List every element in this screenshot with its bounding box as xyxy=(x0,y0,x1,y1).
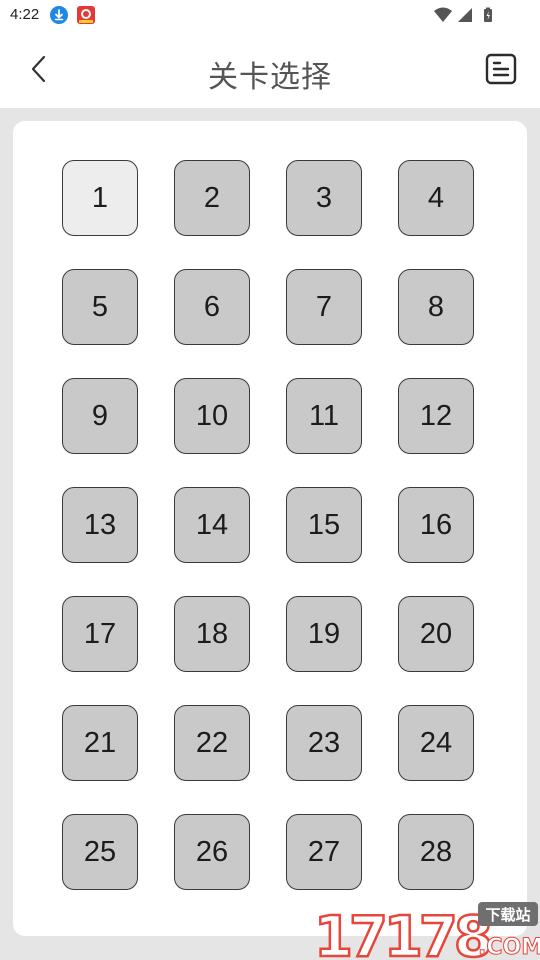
level-button-7[interactable]: 7 xyxy=(286,269,362,345)
level-button-10[interactable]: 10 xyxy=(174,378,250,454)
wifi-icon xyxy=(434,7,452,22)
level-button-17[interactable]: 17 xyxy=(62,596,138,672)
level-grid: 1 2 3 4 5 6 7 8 9 10 11 12 13 14 15 16 17 18 19 20 21 22 23 24 2… xyxy=(62,160,474,890)
battery-icon xyxy=(484,7,492,22)
level-button-2[interactable]: 2 xyxy=(174,160,250,236)
level-button-27[interactable]: 27 xyxy=(286,814,362,890)
document-icon xyxy=(485,53,517,85)
level-button-3[interactable]: 3 xyxy=(286,160,362,236)
status-time: 4:22 xyxy=(10,6,40,23)
level-button-9[interactable]: 9 xyxy=(62,378,138,454)
document-button[interactable] xyxy=(484,52,518,86)
level-button-26[interactable]: 26 xyxy=(174,814,250,890)
level-button-12[interactable]: 12 xyxy=(398,378,474,454)
level-button-15[interactable]: 15 xyxy=(286,487,362,563)
17178-watermark-logo: 17178 下载站 .COM xyxy=(313,902,540,960)
level-button-22[interactable]: 22 xyxy=(174,705,250,781)
level-button-28[interactable]: 28 xyxy=(398,814,474,890)
level-select-card: 1 2 3 4 5 6 7 8 9 10 11 12 13 14 15 16 17 18 19 20 21 22 23 24 2… xyxy=(13,121,527,936)
level-button-18[interactable]: 18 xyxy=(174,596,250,672)
level-button-25[interactable]: 25 xyxy=(62,814,138,890)
watermark-tag: 下载站 xyxy=(485,906,530,924)
level-button-4[interactable]: 4 xyxy=(398,160,474,236)
page-title: 关卡选择 xyxy=(208,61,332,94)
level-button-20[interactable]: 20 xyxy=(398,596,474,672)
level-button-1[interactable]: 1 xyxy=(62,160,138,236)
level-button-6[interactable]: 6 xyxy=(174,269,250,345)
level-button-23[interactable]: 23 xyxy=(286,705,362,781)
signal-icon xyxy=(458,8,472,22)
app-bar: 关卡选择 xyxy=(0,30,540,108)
download-notification-icon xyxy=(50,6,68,24)
level-button-11[interactable]: 11 xyxy=(286,378,362,454)
level-button-16[interactable]: 16 xyxy=(398,487,474,563)
level-button-5[interactable]: 5 xyxy=(62,269,138,345)
status-bar: 4:22 xyxy=(0,0,540,30)
system-status-icons xyxy=(434,7,492,22)
level-button-19[interactable]: 19 xyxy=(286,596,362,672)
level-button-24[interactable]: 24 xyxy=(398,705,474,781)
watermark-number: 17178 xyxy=(314,905,490,960)
app-notification-icon xyxy=(77,6,95,24)
level-button-21[interactable]: 21 xyxy=(62,705,138,781)
level-button-14[interactable]: 14 xyxy=(174,487,250,563)
level-button-13[interactable]: 13 xyxy=(62,487,138,563)
watermark-domain: .COM xyxy=(478,935,540,960)
level-button-8[interactable]: 8 xyxy=(398,269,474,345)
